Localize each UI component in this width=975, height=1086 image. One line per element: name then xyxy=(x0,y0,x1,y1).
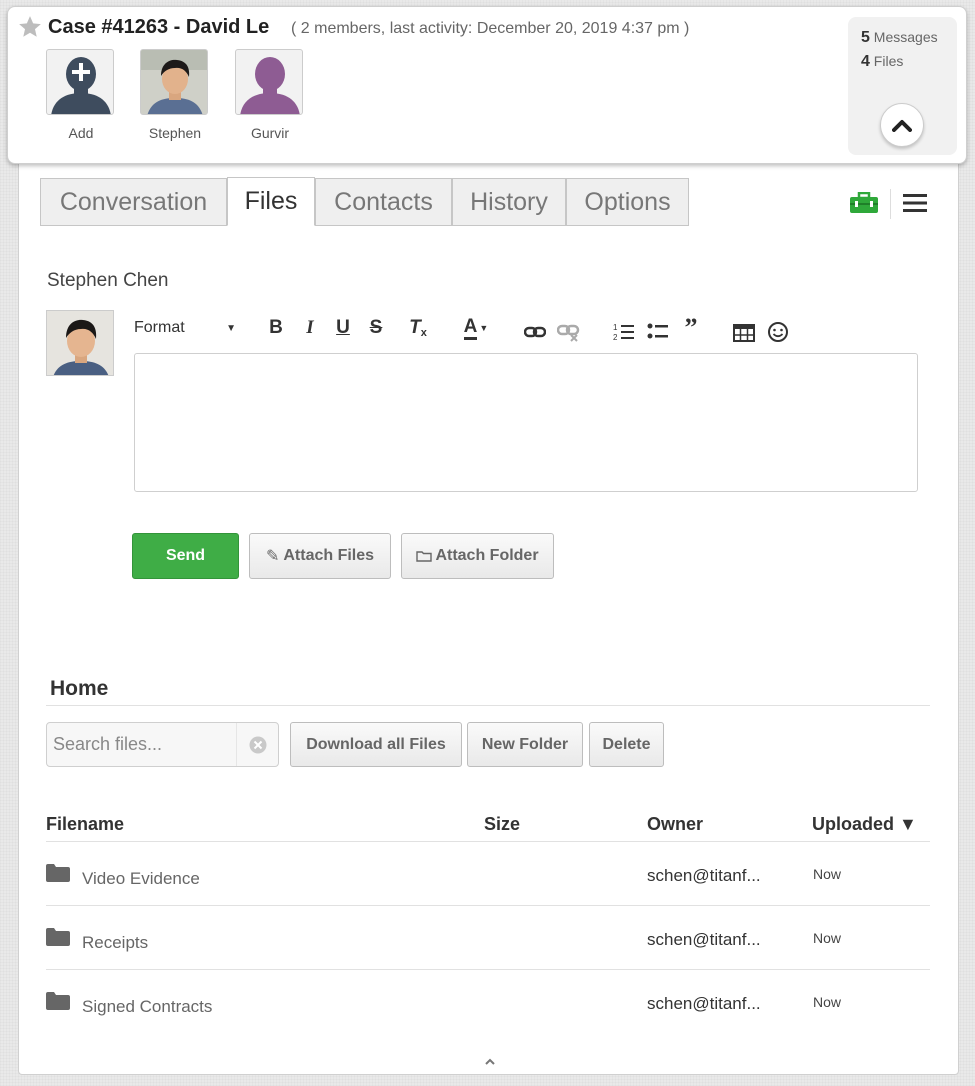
files-label: Files xyxy=(873,53,904,69)
svg-text:2: 2 xyxy=(613,333,618,342)
file-owner: schen@titanf... xyxy=(647,930,761,949)
member-name: Gurvir xyxy=(250,125,290,141)
files-count: 4 xyxy=(861,53,870,70)
folder-icon xyxy=(46,992,70,1010)
case-title: Case #41263 - David Le xyxy=(48,16,270,38)
briefcase-icon[interactable] xyxy=(849,192,879,214)
file-uploaded: Now xyxy=(813,930,842,946)
member-stephen[interactable]: Stephen xyxy=(140,49,210,141)
blockquote-icon[interactable]: ” xyxy=(679,313,703,342)
column-header-filename[interactable]: Filename xyxy=(46,814,124,835)
italic-icon[interactable]: I xyxy=(299,314,321,342)
svg-text:1: 1 xyxy=(613,323,618,332)
new-folder-button[interactable]: New Folder xyxy=(467,722,583,767)
member-name: Stephen xyxy=(148,125,202,141)
numbered-list-icon[interactable]: 1 2 xyxy=(613,318,635,346)
scroll-up-icon[interactable] xyxy=(484,1057,496,1065)
clear-search-button[interactable] xyxy=(236,723,278,766)
send-button[interactable]: Send xyxy=(132,533,239,579)
files-stat: 4 Files xyxy=(861,53,944,71)
dropdown-caret-icon: ▼ xyxy=(226,322,236,334)
tab-conversation[interactable]: Conversation xyxy=(40,178,227,226)
table-icon[interactable] xyxy=(733,319,755,347)
files-section-title: Home xyxy=(50,677,109,700)
file-name[interactable]: Receipts xyxy=(82,933,148,953)
table-row[interactable]: Signed Contracts schen@titanf... Now xyxy=(46,970,930,1034)
tab-history[interactable]: History xyxy=(452,178,566,226)
folder-icon xyxy=(46,864,70,882)
strikethrough-icon[interactable]: S xyxy=(365,314,387,342)
column-header-owner[interactable]: Owner xyxy=(647,814,703,835)
divider xyxy=(46,705,930,706)
format-label: Format xyxy=(134,319,185,336)
member-gurvir[interactable]: Gurvir xyxy=(235,49,305,141)
folder-icon xyxy=(46,928,70,946)
attach-folder-label: Attach Folder xyxy=(435,547,539,564)
tab-contacts[interactable]: Contacts xyxy=(315,178,452,226)
file-uploaded: Now xyxy=(813,994,842,1010)
avatar xyxy=(140,49,208,115)
emoji-icon[interactable] xyxy=(767,318,789,346)
file-owner: schen@titanf... xyxy=(647,994,761,1013)
file-name[interactable]: Signed Contracts xyxy=(82,997,212,1017)
add-member-icon xyxy=(46,49,114,115)
case-header: Case #41263 - David Le ( 2 members, last… xyxy=(7,6,967,164)
delete-button[interactable]: Delete xyxy=(589,722,664,767)
tab-files[interactable]: Files xyxy=(227,177,315,226)
tab-options[interactable]: Options xyxy=(566,178,689,226)
file-owner: schen@titanf... xyxy=(647,866,761,885)
clear-formatting-icon[interactable]: Tx xyxy=(405,314,431,342)
messages-label: Messages xyxy=(873,29,938,45)
table-row[interactable]: Receipts schen@titanf... Now xyxy=(46,906,930,970)
messages-count: 5 xyxy=(861,29,870,46)
attach-folder-button[interactable]: Attach Folder xyxy=(401,533,554,579)
bullet-list-icon[interactable] xyxy=(647,318,669,346)
file-uploaded: Now xyxy=(813,866,842,882)
star-icon[interactable] xyxy=(17,14,43,40)
download-all-files-button[interactable]: Download all Files xyxy=(290,722,462,767)
case-stats: 5 Messages 4 Files xyxy=(848,17,957,155)
clear-icon xyxy=(249,736,266,753)
folder-outline-icon xyxy=(416,551,433,562)
add-member-button[interactable]: Add xyxy=(46,49,116,141)
bold-icon[interactable]: B xyxy=(265,314,287,342)
composer-avatar xyxy=(46,310,114,376)
search-files-input[interactable] xyxy=(47,734,232,755)
format-dropdown[interactable]: Format ▼ xyxy=(134,314,240,342)
message-editor[interactable] xyxy=(134,353,918,492)
avatar xyxy=(235,49,303,115)
attach-files-button[interactable]: ✎ Attach Files xyxy=(249,533,391,579)
column-header-uploaded[interactable]: Uploaded ▼ xyxy=(812,814,917,835)
attach-files-label: Attach Files xyxy=(283,547,375,564)
case-meta: ( 2 members, last activity: December 20,… xyxy=(291,20,690,37)
paperclip-icon: ✎ xyxy=(265,548,280,565)
toolbar-divider xyxy=(890,189,891,219)
underline-icon[interactable]: U xyxy=(332,314,354,342)
editor-toolbar: Format ▼ B I U S Tx A ▼ 1 2 ” xyxy=(134,313,924,342)
link-icon[interactable] xyxy=(524,318,546,346)
search-files-box xyxy=(46,722,279,767)
chevron-up-icon xyxy=(892,120,912,132)
composer-author-name: Stephen Chen xyxy=(47,270,169,291)
file-name[interactable]: Video Evidence xyxy=(82,869,200,889)
text-color-icon[interactable]: A ▼ xyxy=(459,314,493,342)
column-header-size[interactable]: Size xyxy=(484,814,520,835)
member-name: Add xyxy=(68,125,94,141)
collapse-header-button[interactable] xyxy=(880,103,924,147)
messages-stat: 5 Messages xyxy=(861,29,944,47)
table-row[interactable]: Video Evidence schen@titanf... Now xyxy=(46,842,930,906)
unlink-icon[interactable] xyxy=(557,318,581,346)
hamburger-menu-icon[interactable] xyxy=(903,193,927,213)
